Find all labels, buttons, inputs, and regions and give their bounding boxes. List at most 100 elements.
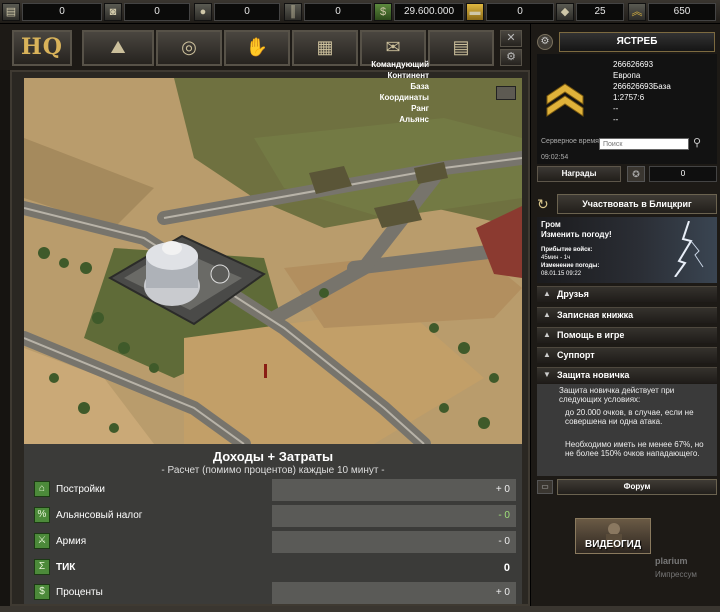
search-input[interactable] — [599, 138, 689, 150]
close-button[interactable]: ✕ — [500, 30, 522, 47]
finance-row-value-box: - 0 — [272, 505, 516, 527]
finance-row-label: Постройки — [56, 484, 105, 495]
buildings-icon: ⌂ — [34, 481, 50, 497]
finance-row-value-box: - 0 — [272, 531, 516, 553]
nav-map-button[interactable]: ⛰ — [82, 30, 154, 66]
finance-row-value: 0 — [503, 562, 510, 574]
accordion-help[interactable]: ▲ Помощь в игре — [537, 327, 717, 343]
nav-globe-button[interactable]: ◎ — [156, 30, 222, 66]
chat-icon[interactable]: ▭ — [537, 480, 553, 494]
profile-field-key: Координаты — [379, 93, 429, 102]
video-guide-label: ВИДЕОГИД — [585, 539, 641, 550]
finance-row-value: + 0 — [495, 587, 510, 598]
gear-icon: ⚙ — [506, 51, 516, 63]
finance-row-value: - 0 — [498, 510, 510, 521]
finance-row-value: - 0 — [498, 536, 510, 547]
accordion-label: Защита новичка — [557, 370, 630, 380]
server-time-label: Серверное время: — [541, 138, 601, 145]
resource-ammo-value: 0 — [304, 3, 372, 21]
resource-rank-value: 650 — [648, 3, 716, 21]
profile-field-key: Ранг — [411, 104, 429, 113]
profile-field-value: Европа — [613, 71, 641, 80]
diamond-icon: ◆ — [556, 3, 574, 21]
profile-field-key: Командующий — [371, 60, 429, 69]
accordion-friends[interactable]: ▲ Друзья — [537, 286, 717, 302]
search-icon[interactable]: ⚲ — [693, 136, 707, 150]
sidebar: ⚙ ЯСТРЕБ Командующий 266626693 Континент… — [371, 24, 720, 612]
hq-button[interactable]: HQ — [12, 30, 72, 66]
oil-barrels-icon: ◙ — [104, 3, 122, 21]
medal-icon[interactable]: ✪ — [627, 166, 645, 182]
resource-gold-value: 0 — [22, 3, 102, 21]
player-name[interactable]: ЯСТРЕБ — [559, 32, 715, 52]
minimize-map-button[interactable] — [496, 86, 516, 100]
forum-bar: ▭ Форум — [537, 479, 717, 495]
finance-row-value-box: + 0 — [272, 582, 516, 604]
video-guide-button[interactable]: ВИДЕОГИД — [575, 518, 651, 554]
resource-diamonds-value: 25 — [576, 3, 624, 21]
profile-field-key: Континент — [387, 71, 429, 80]
map-terrain — [24, 78, 522, 444]
lightning-icon — [674, 221, 704, 277]
finance-row-alliance-tax: % Альянсовый налог - 0 — [34, 505, 516, 527]
money-icon: $ — [374, 3, 392, 21]
accordion-label: Записная книжка — [557, 310, 634, 320]
ammo-icon: ║ — [284, 3, 302, 21]
bottom-strip — [0, 606, 720, 612]
chevron-up-icon: ▲ — [543, 310, 551, 319]
change-weather-link[interactable]: Изменить погоду! — [541, 230, 612, 239]
refresh-icon[interactable]: ↻ — [537, 195, 553, 213]
close-icon: ✕ — [506, 32, 516, 44]
finance-row-label: ТИК — [56, 562, 76, 573]
profile-field-value[interactable]: 1:2757:6 — [613, 93, 644, 102]
accordion-newbie-protection[interactable]: ▼ Защита новичка — [537, 367, 717, 383]
impressum-link[interactable]: Импрессум — [655, 570, 697, 579]
finance-row-buildings: ⌂ Постройки + 0 — [34, 479, 516, 501]
resource-ore-value: 0 — [214, 3, 280, 21]
accordion-notebook[interactable]: ▲ Записная книжка — [537, 307, 717, 323]
finance-row-tick: Σ ТИК 0 — [34, 557, 516, 579]
weather-change-value: 08.01.15 09:22 — [541, 271, 582, 277]
blitz-join-button[interactable]: Участвовать в Блицкриг — [557, 194, 717, 214]
weather-card[interactable]: Гром Изменить погоду! Прибытие войск: 45… — [537, 217, 717, 283]
accordion-label: Друзья — [557, 289, 589, 299]
alliance-tax-icon: % — [34, 507, 50, 523]
accordion-label: Суппорт — [557, 350, 595, 360]
resource-bar: ▤ 0 ◙ 0 ● 0 ║ 0 $ 29.600.000 ▬ 0 ◆ 25 ︽ … — [0, 0, 720, 24]
chevron-down-icon: ▼ — [543, 370, 551, 379]
resource-fuel-value: 0 — [486, 3, 554, 21]
newspaper-icon: ▤ — [452, 37, 470, 57]
main-nav: HQ ⛰ ◎ ✋ ▦ ✉ ▤ ✕ ⚙ — [0, 24, 530, 70]
army-icon: ⚔ — [34, 533, 50, 549]
profile-header: ⚙ ЯСТРЕБ — [537, 32, 717, 52]
base-map[interactable] — [24, 78, 522, 444]
settings-button[interactable]: ⚙ — [500, 49, 522, 66]
rank-chevron-icon — [546, 83, 584, 117]
newbie-condition-1: до 20.000 очков, в случае, если не совер… — [565, 408, 694, 426]
finance-row-label: Проценты — [56, 587, 103, 598]
chevron-up-icon: ▲ — [543, 289, 551, 298]
nav-alliance-button[interactable]: ✋ — [224, 30, 290, 66]
arrival-label: Прибытие войск: — [541, 247, 593, 253]
awards-count: 0 — [649, 166, 717, 182]
forum-button[interactable]: Форум — [557, 479, 717, 495]
profile-field-value[interactable]: 266626693База — [613, 82, 671, 91]
tick-icon: Σ — [34, 559, 50, 575]
ore-icon: ● — [194, 3, 212, 21]
finance-row-value: + 0 — [495, 484, 510, 495]
finance-row-value-box: + 0 — [272, 479, 516, 501]
awards-button[interactable]: Награды — [537, 166, 621, 182]
profile-field-value: -- — [613, 115, 619, 124]
fuel-icon: ▬ — [466, 3, 484, 21]
accordion-support[interactable]: ▲ Суппорт — [537, 347, 717, 363]
profile-settings-button[interactable]: ⚙ — [537, 34, 553, 50]
envelope-icon: ✉ — [385, 37, 401, 57]
nav-reports-button[interactable]: ▦ — [292, 30, 358, 66]
newbie-condition-2: Необходимо иметь не менее 67%, но не бол… — [565, 440, 704, 458]
resource-oil-value: 0 — [124, 3, 190, 21]
gold-bars-icon: ▤ — [2, 3, 20, 21]
weather-change-label: Изменение погоды: — [541, 263, 600, 269]
nav-news-button[interactable]: ▤ — [428, 30, 494, 66]
finance-row-interest: $ Проценты + 0 — [34, 582, 516, 604]
handshake-icon: ✋ — [245, 37, 269, 57]
